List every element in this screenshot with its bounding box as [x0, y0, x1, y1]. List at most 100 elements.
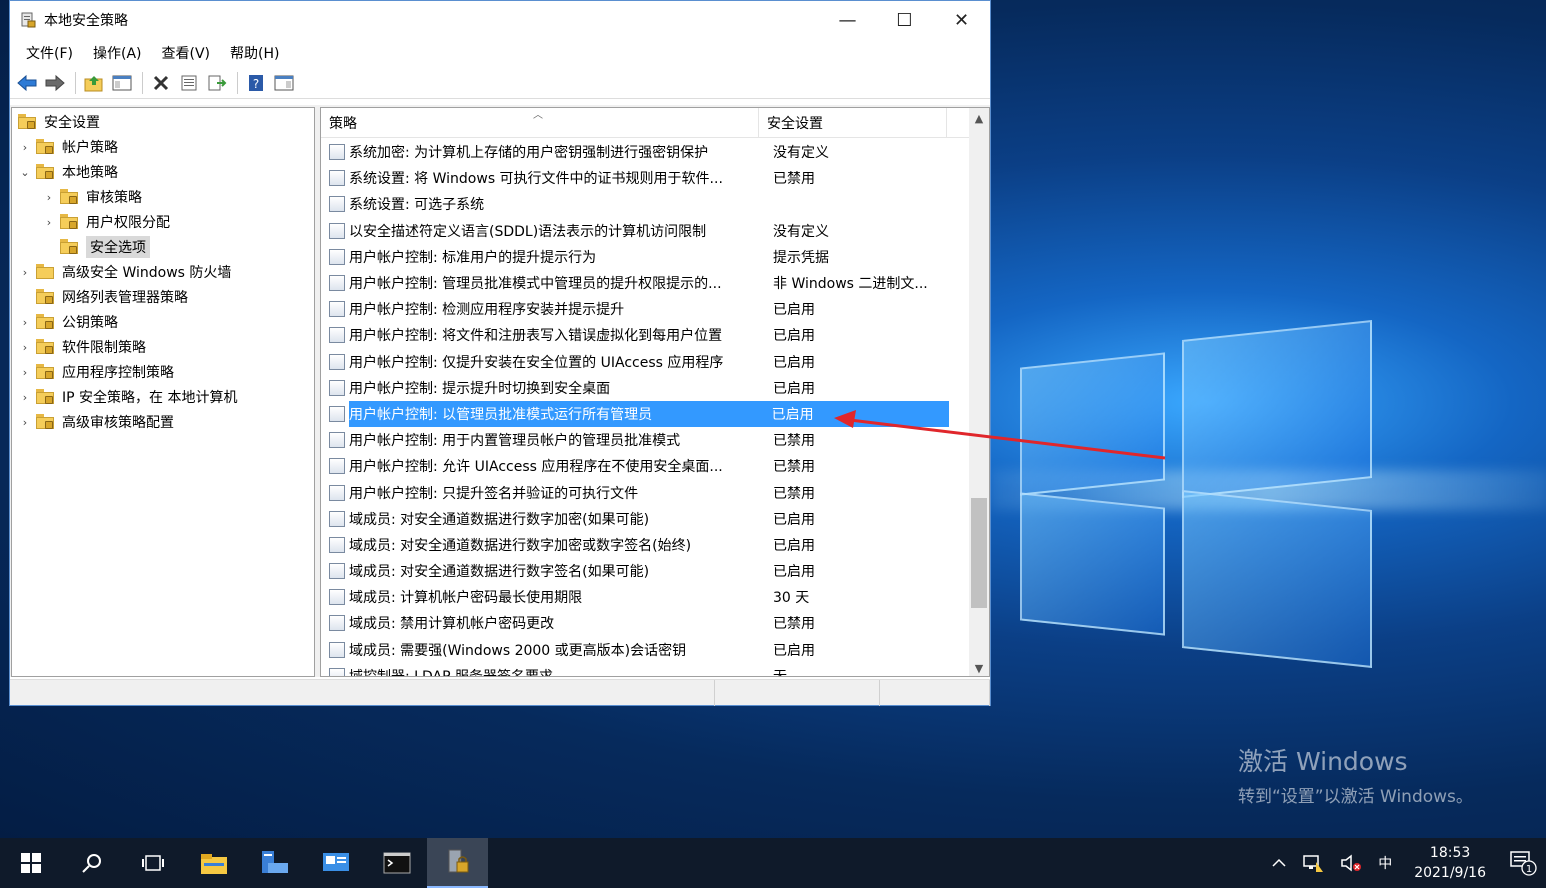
policy-row[interactable]: 用户帐户控制: 将文件和注册表写入错误虚拟化到每用户位置 已启用: [321, 322, 971, 348]
chevron-right-icon[interactable]: ›: [18, 141, 32, 154]
scroll-up-icon[interactable]: ▲: [969, 108, 989, 128]
policy-row[interactable]: 域成员: 需要强(Windows 2000 或更高版本)会话密钥 已启用: [321, 637, 971, 663]
chevron-right-icon[interactable]: ›: [18, 391, 32, 404]
chevron-right-icon[interactable]: ›: [42, 216, 56, 229]
up-folder-button[interactable]: [81, 70, 107, 96]
back-button[interactable]: [14, 70, 40, 96]
network-status-button[interactable]: [1294, 838, 1332, 888]
forward-button[interactable]: [42, 70, 68, 96]
chevron-right-icon[interactable]: ›: [42, 191, 56, 204]
help-button[interactable]: ?: [243, 70, 269, 96]
tree-item[interactable]: › 用户权限分配: [42, 210, 170, 234]
title-bar[interactable]: 本地安全策略 — ☐ ✕: [10, 1, 990, 39]
policy-row[interactable]: 以安全描述符定义语言(SDDL)语法表示的计算机访问限制 没有定义: [321, 218, 971, 244]
tree-item-label: 软件限制策略: [62, 340, 146, 356]
tree-item[interactable]: › 应用程序控制策略: [18, 360, 174, 384]
control-panel-button[interactable]: [305, 838, 366, 888]
policy-row[interactable]: 系统设置: 可选子系统: [321, 191, 971, 217]
policy-list: 策略 ︿ 安全设置 系统加密: 为计算机上存储的用户密钥强制进行强密钥保护 没有定…: [320, 107, 990, 677]
policy-row[interactable]: 用户帐户控制: 只提升签名并验证的可执行文件 已禁用: [321, 479, 971, 505]
tree-item[interactable]: › IP 安全策略，在 本地计算机: [18, 385, 237, 409]
tree-item[interactable]: › 审核策略: [42, 185, 142, 209]
policy-row[interactable]: 用户帐户控制: 用于内置管理员帐户的管理员批准模式 已禁用: [321, 427, 971, 453]
maximize-button[interactable]: ☐: [876, 1, 933, 39]
notification-count: 1: [1526, 864, 1532, 875]
menu-help[interactable]: 帮助(H): [220, 43, 289, 63]
minimize-button[interactable]: —: [819, 1, 876, 39]
policy-setting-icon: [329, 536, 345, 553]
action-center-button[interactable]: 1: [1500, 838, 1546, 888]
policy-row[interactable]: 域成员: 对安全通道数据进行数字加密或数字签名(始终) 已启用: [321, 532, 971, 558]
policy-name: 域成员: 对安全通道数据进行数字加密或数字签名(始终): [349, 537, 692, 554]
policy-row[interactable]: 域成员: 对安全通道数据进行数字加密(如果可能) 已启用: [321, 506, 971, 532]
scroll-down-icon[interactable]: ▼: [969, 658, 989, 676]
policy-row[interactable]: 用户帐户控制: 仅提升安装在安全位置的 UIAccess 应用程序 已启用: [321, 349, 971, 375]
scroll-thumb[interactable]: [971, 498, 987, 608]
chevron-right-icon[interactable]: ›: [18, 316, 32, 329]
tree-item[interactable]: › 公钥策略: [18, 310, 118, 334]
chevron-down-icon[interactable]: ⌄: [18, 166, 32, 179]
policy-row[interactable]: 域成员: 计算机帐户密码最长使用期限 30 天: [321, 584, 971, 610]
policy-setting-icon: [329, 484, 345, 501]
column-header-policy[interactable]: 策略 ︿: [321, 108, 759, 138]
policy-row[interactable]: 系统加密: 为计算机上存储的用户密钥强制进行强密钥保护 没有定义: [321, 139, 971, 165]
policy-row[interactable]: 用户帐户控制: 允许 UIAccess 应用程序在不使用安全桌面... 已禁用: [321, 453, 971, 479]
policy-row[interactable]: 域控制器: LDAP 服务器签名要求 无: [321, 663, 971, 676]
policy-row[interactable]: 用户帐户控制: 提示提升时切换到安全桌面 已启用: [321, 375, 971, 401]
show-hide-tree-button[interactable]: [109, 70, 135, 96]
tree-item[interactable]: › 高级审核策略配置: [18, 410, 174, 434]
chevron-right-icon[interactable]: ›: [18, 416, 32, 429]
policy-setting-value: 已启用: [773, 380, 815, 397]
chevron-right-icon[interactable]: ›: [18, 341, 32, 354]
policy-row[interactable]: 域成员: 禁用计算机帐户密码更改 已禁用: [321, 610, 971, 636]
policy-row[interactable]: 用户帐户控制: 以管理员批准模式运行所有管理员 已启用: [321, 400, 971, 427]
menu-file[interactable]: 文件(F): [16, 43, 83, 63]
delete-button[interactable]: [148, 70, 174, 96]
policy-name: 以安全描述符定义语言(SDDL)语法表示的计算机访问限制: [349, 223, 707, 240]
tree-item[interactable]: › 帐户策略: [18, 135, 118, 159]
policy-row[interactable]: 用户帐户控制: 管理员批准模式中管理员的提升权限提示的... 非 Windows …: [321, 270, 971, 296]
policy-setting-icon: [329, 353, 345, 370]
menu-view[interactable]: 查看(V): [152, 43, 221, 63]
input-method-indicator[interactable]: 中: [1370, 838, 1400, 888]
up-folder-icon: [84, 75, 103, 91]
policy-row[interactable]: 用户帐户控制: 检测应用程序安装并提示提升 已启用: [321, 296, 971, 322]
volume-button[interactable]: [1332, 838, 1370, 888]
export-list-button[interactable]: [204, 70, 230, 96]
local-security-policy-button[interactable]: [427, 838, 488, 888]
cmd-button[interactable]: [366, 838, 427, 888]
properties-icon: [181, 75, 197, 90]
tree-item[interactable]: 安全设置: [14, 110, 100, 134]
maximize-icon: ☐: [896, 9, 913, 31]
close-button[interactable]: ✕: [933, 1, 990, 39]
properties-button[interactable]: [176, 70, 202, 96]
activate-windows-watermark: 激活 Windows 转到“设置”以激活 Windows。: [1238, 742, 1473, 807]
delete-icon: [153, 75, 169, 90]
clock[interactable]: 18:53 2021/9/16: [1400, 843, 1500, 883]
chevron-right-icon[interactable]: ›: [18, 266, 32, 279]
svg-text:?: ?: [253, 77, 259, 91]
tree-item[interactable]: 安全选项: [42, 235, 150, 259]
search-button[interactable]: [61, 838, 122, 888]
menu-action[interactable]: 操作(A): [83, 43, 152, 63]
policy-row[interactable]: 系统设置: 将 Windows 可执行文件中的证书规则用于软件... 已禁用: [321, 165, 971, 191]
policy-folder-icon: [60, 239, 80, 255]
tree-item[interactable]: ⌄ 本地策略: [18, 160, 118, 184]
action-pane-button[interactable]: [271, 70, 297, 96]
server-manager-button[interactable]: [244, 838, 305, 888]
column-header-setting[interactable]: 安全设置: [759, 108, 947, 138]
policy-name: 用户帐户控制: 提示提升时切换到安全桌面: [349, 380, 611, 397]
vertical-scrollbar[interactable]: ▲ ▼: [969, 108, 989, 676]
chevron-right-icon[interactable]: ›: [18, 366, 32, 379]
file-explorer-button[interactable]: [183, 838, 244, 888]
policy-setting-value: 已启用: [773, 302, 815, 319]
tree-item[interactable]: › 软件限制策略: [18, 335, 146, 359]
tree-item[interactable]: 网络列表管理器策略: [18, 285, 188, 309]
task-view-button[interactable]: [122, 838, 183, 888]
policy-row[interactable]: 域成员: 对安全通道数据进行数字签名(如果可能) 已启用: [321, 558, 971, 584]
tree-item-label: 帐户策略: [62, 140, 118, 156]
tree-item[interactable]: › 高级安全 Windows 防火墙: [18, 260, 231, 284]
show-hidden-icons-button[interactable]: [1264, 838, 1294, 888]
policy-row[interactable]: 用户帐户控制: 标准用户的提升提示行为 提示凭据: [321, 244, 971, 270]
start-button[interactable]: [0, 838, 61, 888]
